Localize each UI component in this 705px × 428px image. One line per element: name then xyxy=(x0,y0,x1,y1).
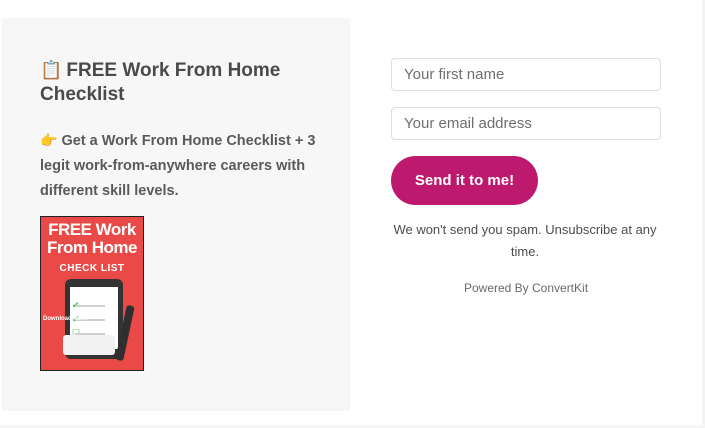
cover-subtitle: CHECK LIST xyxy=(59,263,125,274)
checklist-line xyxy=(75,305,105,307)
paper-illustration xyxy=(63,335,115,355)
form-headline: 📋 FREE Work From Home Checklist xyxy=(40,58,330,107)
cover-side-note: Download Now! xyxy=(43,316,88,322)
headline-text: FREE Work From Home Checklist xyxy=(40,60,281,105)
convertkit-form: 📋 FREE Work From Home Checklist 👉 Get a Wo… xyxy=(0,0,705,428)
pointing-hand-icon: 👉 xyxy=(40,132,58,148)
form-subtext: 👉 Get a Work From Home Checklist + 3 legi… xyxy=(40,128,330,204)
cover-title: FREE Work From Home xyxy=(47,220,137,257)
subtext-text: Get a Work From Home Checklist + 3 legit… xyxy=(40,133,316,199)
powered-by-link[interactable]: Powered By ConvertKit xyxy=(391,281,661,295)
checklist-cover-image: FREE Work From Home CHECK LIST ✔ ✔ ☐ Dow… xyxy=(40,216,144,371)
clipboard-icon: 📋 xyxy=(40,60,63,80)
first-name-input[interactable] xyxy=(391,58,661,91)
email-input[interactable] xyxy=(391,107,661,140)
submit-button[interactable]: Send it to me! xyxy=(391,156,538,205)
spam-disclaimer: We won't send you spam. Unsubscribe at a… xyxy=(393,222,657,259)
